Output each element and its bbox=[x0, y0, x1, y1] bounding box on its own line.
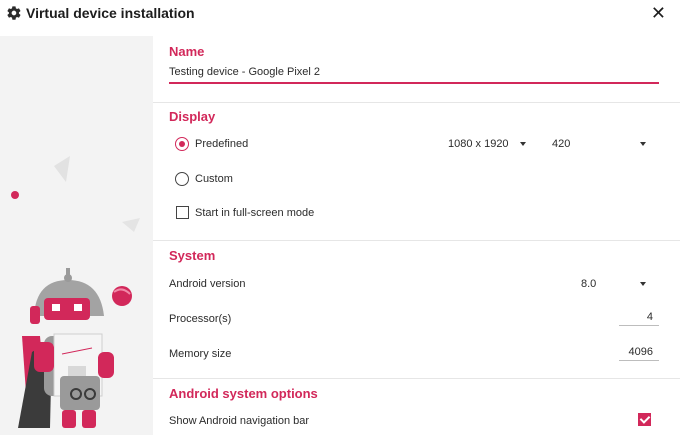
dpi-select[interactable]: 420 bbox=[552, 138, 570, 150]
divider bbox=[153, 102, 680, 103]
processors-label: Processor(s) bbox=[169, 313, 232, 325]
custom-label: Custom bbox=[195, 173, 233, 185]
predefined-label: Predefined bbox=[195, 138, 249, 150]
device-name-input[interactable] bbox=[169, 64, 659, 84]
resolution-select[interactable]: 1080 x 1920 bbox=[448, 138, 509, 150]
memory-size-label: Memory size bbox=[169, 348, 232, 360]
illustration-panel bbox=[0, 36, 153, 435]
robot-illustration bbox=[11, 156, 140, 428]
predefined-radio[interactable] bbox=[175, 137, 189, 151]
android-options-section-title: Android system options bbox=[169, 386, 318, 401]
display-section-title: Display bbox=[169, 109, 216, 124]
system-section-title: System bbox=[169, 248, 216, 263]
divider bbox=[153, 378, 680, 379]
android-version-label: Android version bbox=[169, 278, 246, 290]
android-version-select[interactable]: 8.0 bbox=[581, 278, 596, 290]
memory-size-input[interactable]: 4096 bbox=[619, 343, 659, 361]
fullscreen-checkbox[interactable] bbox=[176, 206, 189, 219]
settings-form: Name Display Predefined 1080 x 1920 420 … bbox=[153, 36, 680, 435]
divider bbox=[153, 240, 680, 241]
resolution-chevron-down-icon[interactable] bbox=[520, 142, 526, 146]
title-bar: Virtual device installation ✕ bbox=[0, 0, 680, 28]
window-title: Virtual device installation bbox=[26, 5, 195, 21]
android-version-chevron-down-icon[interactable] bbox=[640, 282, 646, 286]
fullscreen-label: Start in full-screen mode bbox=[195, 207, 315, 219]
gear-icon bbox=[7, 6, 21, 20]
nav-bar-checkbox[interactable] bbox=[638, 413, 651, 426]
name-section-title: Name bbox=[169, 44, 205, 59]
nav-bar-label: Show Android navigation bar bbox=[169, 415, 310, 427]
processors-input[interactable]: 4 bbox=[619, 308, 659, 326]
custom-radio[interactable] bbox=[175, 172, 189, 186]
dpi-chevron-down-icon[interactable] bbox=[640, 142, 646, 146]
close-icon[interactable]: ✕ bbox=[651, 2, 666, 24]
